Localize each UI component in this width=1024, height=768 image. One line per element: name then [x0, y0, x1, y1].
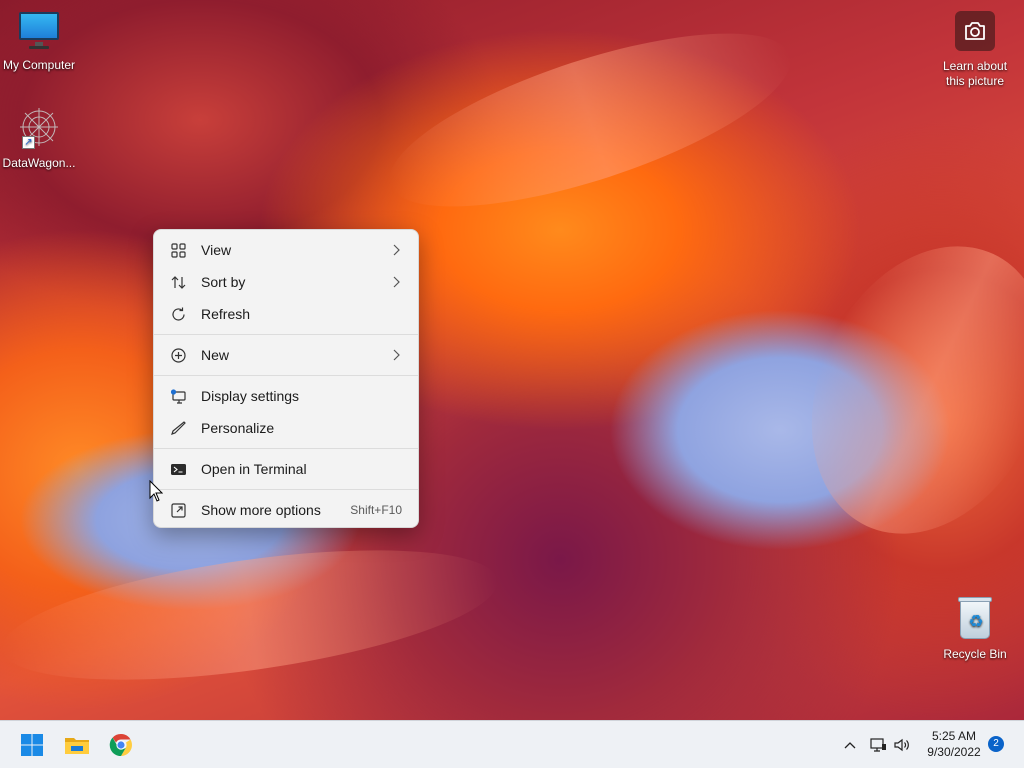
tray-overflow-chevron[interactable] [840, 721, 860, 768]
menu-item-personalize[interactable]: Personalize [158, 412, 414, 444]
datawagon-star-icon: ↗ [16, 106, 62, 152]
menu-item-open-in-terminal[interactable]: Open in Terminal [158, 453, 414, 485]
volume-icon [894, 738, 909, 752]
desktop-icon-label: My Computer [2, 58, 76, 72]
chevron-right-icon [393, 244, 400, 256]
recycle-bin-icon: ♻ [952, 597, 998, 643]
desktop-icon-my-computer[interactable]: My Computer [0, 8, 78, 72]
menu-item-show-more-options[interactable]: Show more options Shift+F10 [158, 494, 414, 526]
wallpaper-streak [0, 525, 506, 705]
menu-separator [154, 448, 418, 449]
desktop-icon-label: Recycle Bin [943, 647, 1007, 661]
menu-separator [154, 489, 418, 490]
tray-network[interactable] [867, 721, 889, 768]
desktop-icon-datawagon[interactable]: ↗ DataWagon... [0, 106, 78, 170]
menu-separator [154, 334, 418, 335]
view-grid-icon [171, 243, 186, 258]
menu-item-view[interactable]: View [158, 234, 414, 266]
monitor-icon [16, 8, 62, 54]
file-explorer-icon [65, 738, 89, 754]
camera-icon [965, 22, 985, 40]
taskbar-clock[interactable]: 5:25 AM 9/30/2022 [918, 728, 990, 760]
taskbar-start-button[interactable] [16, 729, 48, 761]
terminal-icon [171, 464, 186, 475]
taskbar: 5:25 AM 9/30/2022 [0, 720, 1024, 768]
menu-item-refresh[interactable]: Refresh [158, 298, 414, 330]
chrome-icon [109, 733, 132, 757]
taskbar-chrome[interactable] [105, 729, 137, 761]
personalize-pen-icon [171, 421, 186, 435]
new-plus-icon [171, 348, 186, 363]
chevron-up-icon [844, 742, 856, 749]
learn-about-picture-label[interactable]: Learn about this picture [930, 59, 1020, 89]
show-more-icon [171, 503, 186, 518]
shortcut-arrow-icon: ↗ [22, 136, 35, 149]
sort-icon [171, 276, 186, 289]
clock-time: 5:25 AM [931, 729, 977, 743]
clock-date: 9/30/2022 [927, 745, 981, 759]
learn-about-picture-button[interactable] [955, 11, 995, 51]
menu-item-new[interactable]: New [158, 339, 414, 371]
menu-item-display-settings[interactable]: Display settings [158, 380, 414, 412]
taskbar-file-explorer[interactable] [61, 729, 93, 761]
refresh-icon [172, 307, 185, 321]
menu-item-sort-by[interactable]: Sort by [158, 266, 414, 298]
chevron-right-icon [393, 276, 400, 288]
shortcut-label: Shift+F10 [350, 503, 402, 517]
desktop-context-menu: View Sort by Refresh New Display setting… [153, 229, 419, 528]
mouse-cursor-icon [149, 480, 163, 502]
tray-volume[interactable] [891, 721, 913, 768]
wallpaper-streak [371, 0, 809, 242]
network-icon [870, 738, 886, 752]
menu-separator [154, 375, 418, 376]
windows-start-icon [21, 734, 43, 756]
display-settings-icon [170, 389, 186, 404]
desktop-icon-recycle-bin[interactable]: ♻ Recycle Bin [936, 597, 1014, 661]
desktop-icon-label: DataWagon... [2, 156, 76, 170]
wallpaper-streak [766, 207, 1024, 573]
notification-badge[interactable]: 2 [988, 736, 1004, 752]
chevron-right-icon [393, 349, 400, 361]
